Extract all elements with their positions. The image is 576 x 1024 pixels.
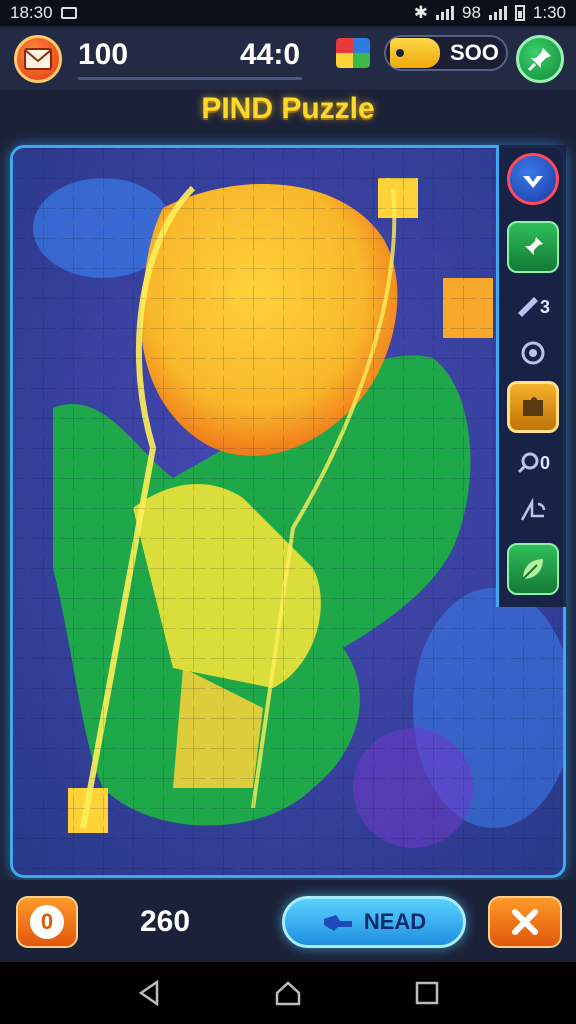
status-time-left: 18:30 [10, 3, 53, 22]
tool-wrench-button[interactable]: 3 [507, 287, 559, 327]
leaf-icon [522, 559, 543, 580]
recents-icon[interactable] [415, 981, 439, 1005]
puzzle-piece-icon [523, 397, 543, 416]
hammer-icon [323, 915, 352, 931]
tool-down-button[interactable] [507, 153, 559, 205]
wifi-icon [488, 6, 507, 20]
battery-icon [514, 5, 525, 21]
pushpin-icon [527, 48, 551, 72]
tool-piece-button[interactable] [507, 381, 559, 433]
signal-icon [435, 6, 454, 20]
timer-progress-line [78, 77, 302, 80]
shape-icon [520, 498, 546, 521]
close-icon [512, 909, 538, 935]
puzzle-board[interactable] [10, 145, 566, 878]
back-icon[interactable] [137, 980, 161, 1006]
tool-search-count: 0 [539, 452, 550, 473]
next-button-label: NEAD [363, 909, 427, 934]
wrench-icon [517, 297, 538, 317]
pieces-count: 260 [140, 905, 191, 938]
target-icon [521, 341, 545, 365]
close-button[interactable] [488, 896, 562, 948]
next-button[interactable]: NEAD [282, 896, 466, 948]
home-icon[interactable] [274, 980, 302, 1006]
navigation-bar [0, 962, 576, 1024]
status-time-right: 1:30 [532, 3, 566, 22]
tool-wrench-count: 3 [539, 296, 550, 317]
tool-shape-button[interactable] [507, 491, 559, 531]
envelope-icon [24, 48, 52, 70]
network-label: 98 [461, 3, 481, 22]
bluetooth-icon: ✱ [413, 3, 428, 22]
pin-icon [525, 237, 543, 255]
score-value: 100 [78, 38, 129, 71]
pin-button[interactable] [516, 35, 564, 83]
screenshot-icon [60, 7, 77, 19]
tool-pin-button[interactable] [507, 221, 559, 273]
price-tag-icon [390, 38, 440, 68]
down-arrow-icon [523, 176, 543, 188]
hint-button[interactable]: 0 [16, 896, 78, 948]
flag-icon[interactable] [336, 38, 370, 68]
puzzle-image [13, 148, 563, 875]
hint-label: 0 [30, 905, 64, 939]
coin-counter[interactable]: SOO [384, 35, 508, 71]
tool-target-button[interactable] [507, 333, 559, 373]
tool-search-button[interactable]: 0 [507, 443, 559, 483]
magnifier-icon [517, 452, 539, 474]
tool-panel: 3 0 [496, 145, 566, 607]
tool-leaf-button[interactable] [507, 543, 559, 595]
page-title: PIND Puzzle [201, 92, 375, 125]
mail-button[interactable] [14, 35, 62, 83]
coin-value: SOO [450, 40, 499, 65]
timer-value: 44:0 [240, 38, 301, 71]
status-bar: 18:30 ✱ 98 1:30 [0, 0, 576, 26]
